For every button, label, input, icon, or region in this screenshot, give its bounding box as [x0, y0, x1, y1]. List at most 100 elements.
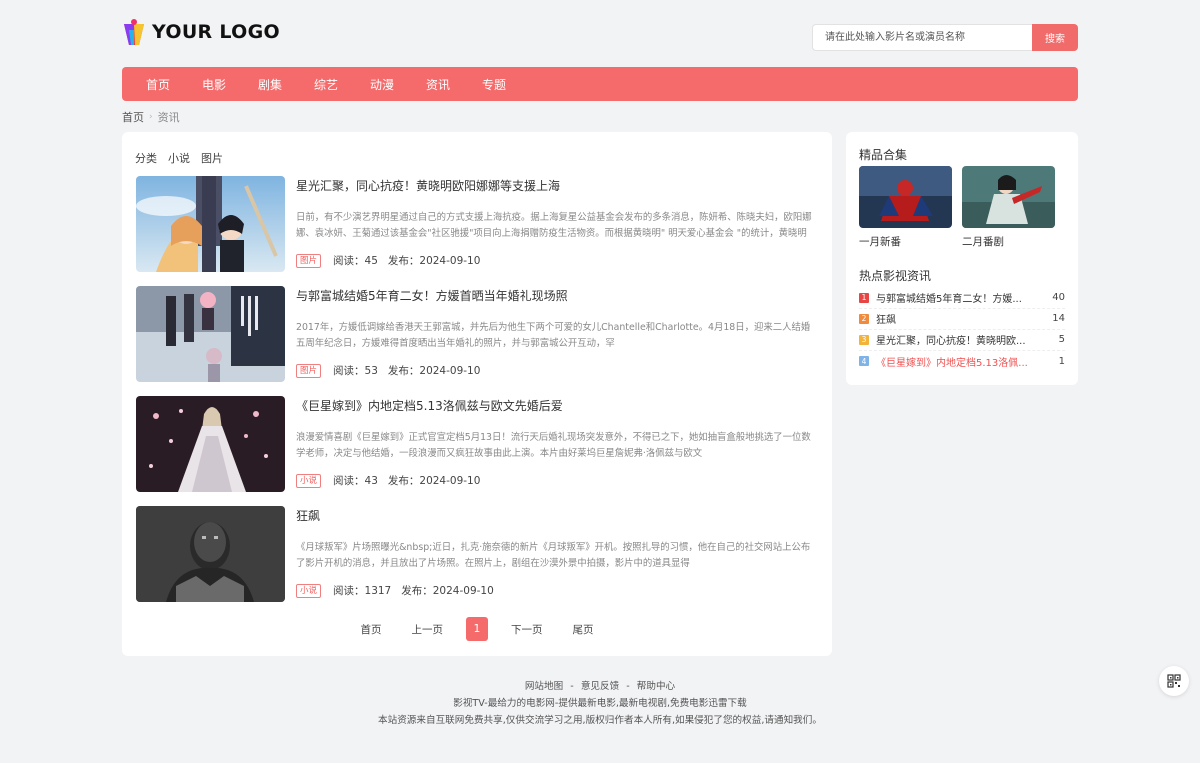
- page-first[interactable]: 首页: [361, 622, 382, 637]
- qr-code-icon: [1167, 674, 1181, 688]
- collection-label[interactable]: 二月番剧: [962, 234, 1055, 249]
- collection-item[interactable]: 二月番剧: [962, 166, 1055, 249]
- rank-badge: 3: [859, 334, 869, 345]
- hot-news-item[interactable]: 2 狂飙 14: [859, 308, 1065, 330]
- article-meta: 图片 阅读： 53 发布： 2024-09-10: [296, 363, 480, 378]
- page-current[interactable]: 1: [466, 617, 488, 641]
- article-title[interactable]: 狂飙: [296, 507, 320, 524]
- article-tag[interactable]: 小说: [296, 473, 322, 488]
- qr-code-button[interactable]: [1159, 666, 1189, 696]
- footer-link-sitemap[interactable]: 网站地图: [525, 681, 563, 692]
- list-item: 狂飙 《月球叛军》片场照曝光&nbsp;近日，扎克·施奈德的新片《月球叛军》开机…: [136, 506, 816, 602]
- collection-thumbnail[interactable]: [962, 166, 1055, 228]
- logo-text: YOUR LOGO: [152, 21, 280, 43]
- article-title[interactable]: 《巨星嫁到》内地定档5.13洛佩兹与欧文先婚后爱: [296, 397, 563, 414]
- footer-link-separator: -: [626, 681, 630, 692]
- pagination: 首页 上一页 1 下一页 尾页: [122, 617, 832, 641]
- footer-link-separator: -: [570, 681, 574, 692]
- read-count: 45: [364, 254, 378, 267]
- publish-label: 发布：: [387, 475, 420, 487]
- hot-news-count: 14: [1052, 313, 1065, 324]
- article-tag[interactable]: 图片: [296, 363, 322, 378]
- article-summary: 2017年，方媛低调嫁给香港天王郭富城，并先后为他生下两个可爱的女儿Chante…: [296, 322, 811, 349]
- nav-item-series[interactable]: 剧集: [242, 76, 298, 93]
- hot-news-count: 40: [1052, 292, 1065, 303]
- filter-picture[interactable]: 图片: [201, 150, 223, 166]
- reads-label: 阅读：: [333, 365, 365, 377]
- footer-links: 网站地图 - 意见反馈 - 帮助中心: [0, 678, 1200, 695]
- article-tag[interactable]: 小说: [296, 583, 322, 598]
- page-last[interactable]: 尾页: [573, 622, 594, 637]
- article-summary: 日前，有不少演艺界明星通过自己的方式支援上海抗疫。据上海复星公益基金会发布的多条…: [296, 212, 812, 239]
- article-thumbnail[interactable]: [136, 286, 285, 382]
- header: YOUR LOGO 搜索: [122, 16, 1078, 52]
- reads-label: 阅读：: [333, 475, 365, 487]
- article-thumbnail[interactable]: [136, 176, 285, 272]
- publish-label: 发布：: [401, 585, 433, 597]
- article-meta: 图片 阅读： 45 发布： 2024-09-10: [296, 253, 480, 268]
- page-prev[interactable]: 上一页: [412, 622, 444, 637]
- publish-date: 2024-09-10: [419, 254, 481, 267]
- footer-description: 影视TV-最给力的电影网-提供最新电影,最新电视剧,免费电影迅雷下载: [453, 698, 747, 709]
- logo-icon: [122, 18, 146, 46]
- list-item: 《巨星嫁到》内地定档5.13洛佩兹与欧文先婚后爱 浪漫爱情喜剧《巨星嫁到》正式官…: [136, 396, 816, 492]
- publish-date: 2024-09-10: [419, 364, 481, 377]
- list-item: 与郭富城结婚5年育二女！方媛首晒当年婚礼现场照 2017年，方媛低调嫁给香港天王…: [136, 286, 816, 382]
- nav-item-anime[interactable]: 动漫: [354, 76, 410, 93]
- read-count: 1317: [364, 584, 392, 597]
- collection-label[interactable]: 一月新番: [859, 234, 952, 249]
- filter-novel[interactable]: 小说: [168, 150, 190, 166]
- list-item: 星光汇聚，同心抗疫！黄晓明欧阳娜娜等支援上海 日前，有不少演艺界明星通过自己的方…: [136, 176, 816, 272]
- rank-badge: 2: [859, 313, 869, 324]
- search-input[interactable]: [812, 24, 1032, 51]
- reads-label: 阅读：: [333, 585, 365, 597]
- hot-news-item[interactable]: 1 与郭富城结婚5年育二女！方媛... 40: [859, 287, 1065, 309]
- breadcrumb-current: 资讯: [157, 111, 180, 124]
- nav-item-movies[interactable]: 电影: [186, 76, 242, 93]
- article-title[interactable]: 星光汇聚，同心抗疫！黄晓明欧阳娜娜等支援上海: [296, 177, 560, 194]
- collections-heading: 精品合集: [859, 148, 908, 162]
- nav-item-home[interactable]: 首页: [130, 76, 186, 93]
- publish-label: 发布：: [387, 255, 420, 267]
- publish-date: 2024-09-10: [432, 584, 494, 597]
- nav-item-news[interactable]: 资讯: [410, 76, 466, 93]
- footer: 网站地图 - 意见反馈 - 帮助中心 影视TV-最给力的电影网-提供最新电影,最…: [0, 678, 1200, 729]
- article-tag[interactable]: 图片: [296, 253, 322, 268]
- hot-news-title[interactable]: 与郭富城结婚5年育二女！方媛...: [876, 290, 1035, 305]
- breadcrumb: 首页 › 资讯: [122, 110, 1078, 124]
- article-meta: 小说 阅读： 43 发布： 2024-09-10: [296, 473, 480, 488]
- article-meta: 小说 阅读： 1317 发布： 2024-09-10: [296, 583, 494, 598]
- page-next[interactable]: 下一页: [511, 622, 543, 637]
- nav-item-variety[interactable]: 综艺: [298, 76, 354, 93]
- reads-label: 阅读：: [333, 255, 365, 267]
- publish-date: 2024-09-10: [419, 474, 481, 487]
- search-button[interactable]: 搜索: [1032, 24, 1078, 51]
- filter-category[interactable]: 分类: [135, 150, 157, 166]
- logo[interactable]: YOUR LOGO: [122, 16, 280, 48]
- hot-news-title[interactable]: 狂飙: [876, 311, 1035, 326]
- collection-item[interactable]: 一月新番: [859, 166, 952, 249]
- hot-news-title[interactable]: 星光汇聚，同心抗疫！黄晓明欧...: [876, 332, 1035, 347]
- category-filters: 分类 小说 图片: [135, 150, 223, 166]
- hot-news-title[interactable]: 《巨星嫁到》内地定档5.13洛佩...: [876, 354, 1035, 369]
- hot-news-heading: 热点影视资讯: [859, 269, 932, 283]
- hot-news-item[interactable]: 4 《巨星嫁到》内地定档5.13洛佩... 1: [859, 350, 1065, 372]
- breadcrumb-home[interactable]: 首页: [122, 109, 144, 125]
- collection-thumbnail[interactable]: [859, 166, 952, 228]
- read-count: 53: [364, 364, 378, 377]
- article-thumbnail[interactable]: [136, 506, 285, 602]
- read-count: 43: [364, 474, 378, 487]
- rank-badge: 4: [859, 356, 869, 366]
- nav-item-topics[interactable]: 专题: [466, 76, 522, 93]
- article-thumbnail[interactable]: [136, 396, 285, 492]
- breadcrumb-separator: ›: [149, 112, 153, 122]
- article-list-card: 分类 小说 图片 星光汇聚，同心抗疫！黄晓明欧阳娜娜等支援上海 日前，有不少演艺…: [122, 132, 832, 656]
- footer-link-help[interactable]: 帮助中心: [637, 681, 675, 692]
- search-bar: 搜索: [812, 24, 1078, 51]
- article-summary: 《月球叛军》片场照曝光&nbsp;近日，扎克·施奈德的新片《月球叛军》开机。按照…: [296, 542, 811, 569]
- hot-news-item[interactable]: 3 星光汇聚，同心抗疫！黄晓明欧... 5: [859, 329, 1065, 351]
- main-nav: 首页 电影 剧集 综艺 动漫 资讯 专题: [122, 67, 1078, 101]
- hot-news-count: 5: [1058, 334, 1065, 345]
- article-title[interactable]: 与郭富城结婚5年育二女！方媛首晒当年婚礼现场照: [296, 287, 568, 304]
- footer-link-feedback[interactable]: 意见反馈: [581, 681, 619, 692]
